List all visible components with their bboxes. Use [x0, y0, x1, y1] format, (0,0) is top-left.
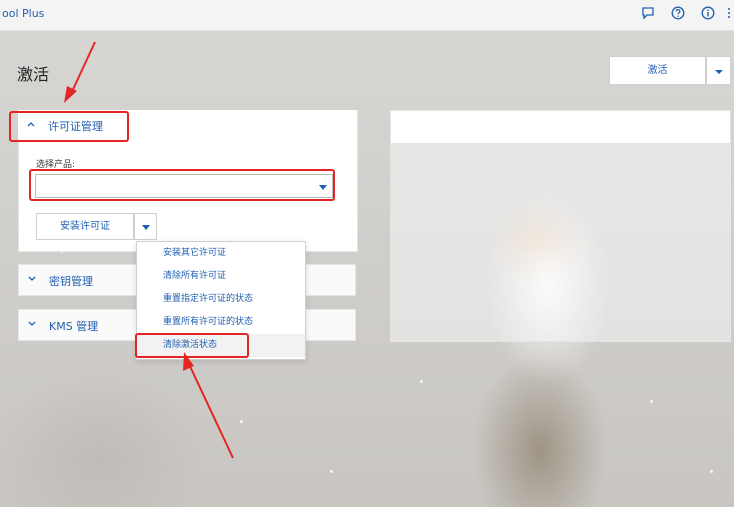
- chevron-down-icon: [28, 274, 36, 285]
- annotation-box-select: [29, 169, 335, 201]
- more-icon[interactable]: [724, 6, 734, 22]
- activate-button[interactable]: 激活: [609, 56, 706, 85]
- info-icon[interactable]: [700, 6, 716, 22]
- feedback-icon[interactable]: [640, 6, 656, 22]
- title-bar: ool Plus: [0, 0, 734, 31]
- snow-flake: [330, 470, 333, 473]
- install-license-button[interactable]: 安装许可证: [36, 213, 134, 240]
- info-panel: [390, 110, 731, 342]
- info-panel-header: [391, 111, 730, 144]
- arrow-to-menu-item: [183, 352, 234, 459]
- caret-down-icon: [714, 70, 723, 74]
- annotation-box-menu-item: [135, 333, 249, 358]
- snow-flake: [650, 400, 653, 403]
- snow-flake: [710, 470, 713, 473]
- section-key-label: 密钥管理: [49, 275, 93, 288]
- chevron-down-icon: [28, 319, 36, 330]
- annotation-box-section: [9, 111, 129, 142]
- help-icon[interactable]: [670, 6, 686, 22]
- menu-item-reset-all-licenses[interactable]: 重置所有许可证的状态: [137, 311, 305, 334]
- arrow-to-section: [64, 41, 96, 103]
- page-title: 激活: [17, 65, 50, 84]
- section-kms-label: KMS 管理: [49, 320, 99, 333]
- menu-item-reset-selected-license[interactable]: 重置指定许可证的状态: [137, 288, 305, 311]
- menu-item-install-other[interactable]: 安装其它许可证: [137, 242, 305, 265]
- caret-down-icon: [141, 225, 150, 230]
- menu-item-clear-all-licenses[interactable]: 清除所有许可证: [137, 265, 305, 288]
- snow-flake: [420, 380, 423, 383]
- install-license-dropdown-button[interactable]: [134, 213, 157, 240]
- activate-dropdown-button[interactable]: [706, 56, 731, 85]
- snow-flake: [240, 420, 243, 423]
- app-title: ool Plus: [2, 7, 45, 20]
